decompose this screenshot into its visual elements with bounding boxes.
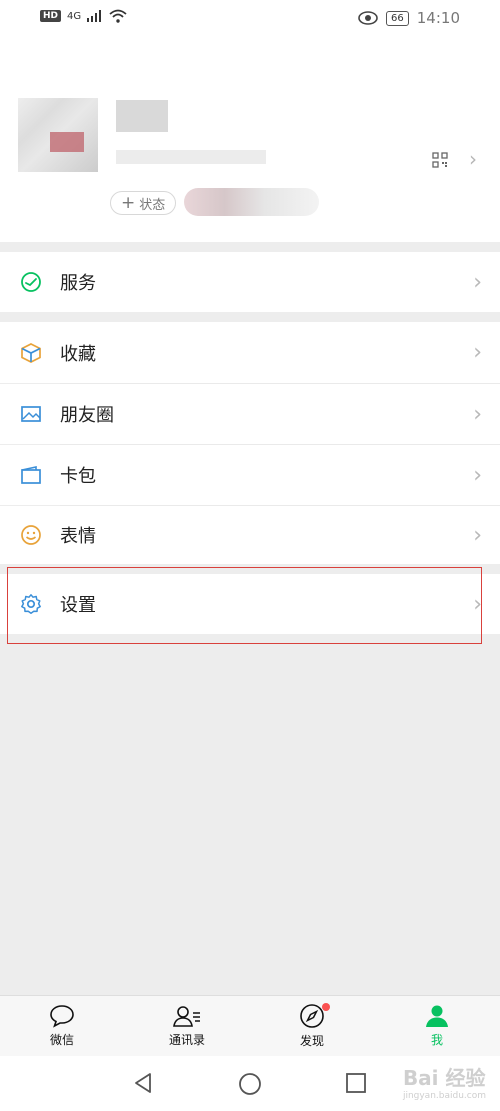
status-right: 66 14:10 — [358, 9, 460, 27]
tab-label: 通讯录 — [168, 1033, 205, 1047]
status-bar: HD 4G 66 14:10 — [0, 0, 500, 40]
tab-chats[interactable]: 微信 — [22, 996, 102, 1056]
network-type: 4G — [67, 10, 82, 22]
moments-image-icon — [21, 406, 41, 422]
menu-item-stickers[interactable]: 表情 › — [0, 506, 500, 564]
smiley-icon — [21, 525, 41, 545]
wechat-id-blurred — [116, 150, 266, 164]
wallet-icon — [21, 466, 41, 484]
hd-indicator: HD — [40, 10, 62, 22]
avatar-blur-detail — [50, 132, 84, 152]
tab-discover[interactable]: 发现 — [272, 996, 352, 1056]
contacts-icon — [173, 1006, 200, 1027]
services-label: 服务 — [60, 273, 96, 294]
notification-badge — [322, 1003, 330, 1011]
wifi-icon — [109, 9, 127, 23]
clock: 14:10 — [416, 9, 460, 27]
status-left: HD 4G — [40, 9, 127, 23]
watermark-sub: jingyan.baidu.com — [402, 1091, 486, 1101]
chevron-right-icon: › — [473, 522, 482, 548]
back-icon[interactable] — [132, 1072, 154, 1094]
chevron-right-icon: › — [473, 269, 482, 295]
tab-me[interactable]: 我 — [397, 996, 477, 1056]
menu-item-moments[interactable]: 朋友圈 › — [0, 384, 500, 444]
tab-contacts[interactable]: 通讯录 — [147, 996, 227, 1056]
nickname-blurred — [116, 100, 168, 132]
chevron-right-icon: › — [473, 340, 482, 365]
watermark: Bai 经验 jingyan.baidu.com — [403, 1062, 486, 1101]
tab-bar: 微信 通讯录 发现 我 — [0, 995, 500, 1056]
menu-item-favorites[interactable]: 收藏 › — [0, 322, 500, 383]
chevron-right-icon: › — [473, 462, 482, 488]
stickers-label: 表情 — [60, 526, 96, 547]
tab-label: 发现 — [299, 1034, 324, 1048]
moments-label: 朋友圈 — [60, 405, 114, 426]
person-icon — [426, 1005, 448, 1027]
settings-highlight-box — [7, 567, 482, 644]
home-icon[interactable] — [238, 1072, 262, 1096]
tab-label: 微信 — [49, 1033, 74, 1047]
tab-label: 我 — [430, 1033, 443, 1047]
status-friends-blurred — [184, 188, 319, 216]
services-icon — [21, 272, 41, 292]
menu-item-services[interactable]: 服务 › — [0, 252, 500, 312]
eye-icon — [358, 11, 378, 25]
signal-icon — [87, 10, 102, 22]
battery-level: 66 — [386, 10, 409, 26]
plus-icon: + — [121, 192, 136, 213]
chevron-right-icon: › — [473, 401, 482, 427]
recents-icon[interactable] — [345, 1072, 367, 1094]
profile-chevron-icon[interactable]: › — [469, 147, 477, 171]
qr-code-icon[interactable] — [432, 152, 448, 168]
cards-label: 卡包 — [60, 466, 96, 487]
watermark-main: Bai 经验 — [402, 1066, 486, 1090]
menu-item-cards[interactable]: 卡包 › — [0, 445, 500, 505]
status-button[interactable]: + 状态 — [110, 191, 177, 215]
status-label: 状态 — [139, 197, 166, 213]
favorites-cube-icon — [21, 342, 41, 363]
chat-bubble-icon — [50, 1005, 74, 1028]
favorites-label: 收藏 — [60, 343, 96, 365]
